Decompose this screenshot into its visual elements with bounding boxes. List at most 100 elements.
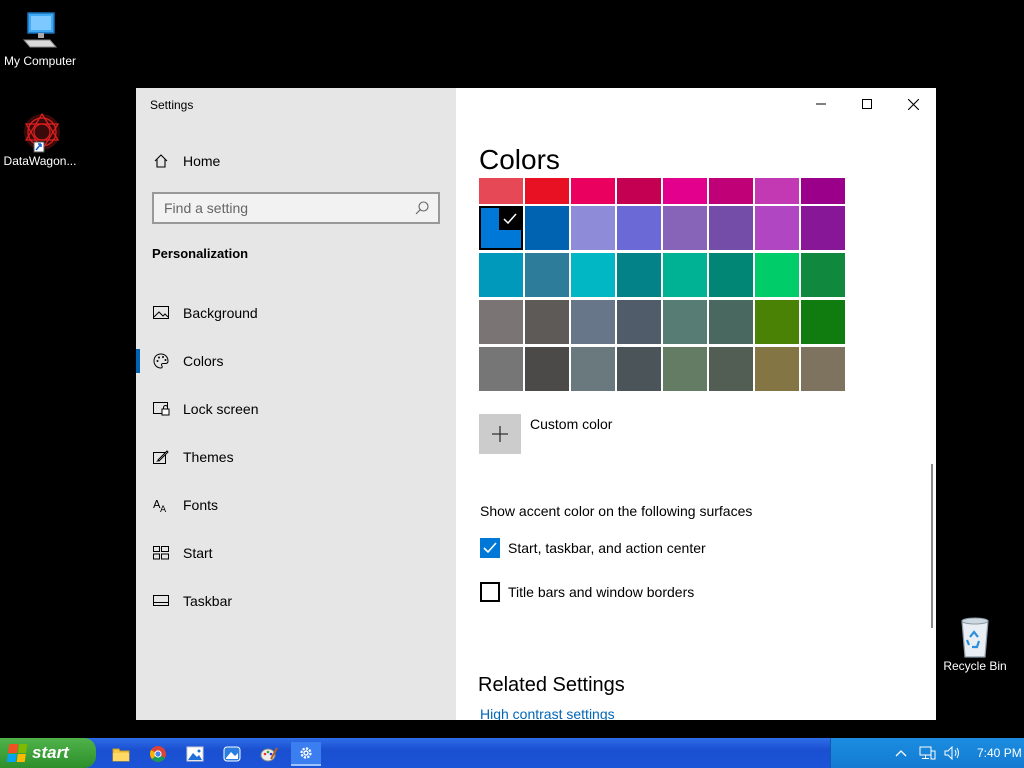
recycle-bin-icon xyxy=(955,615,995,658)
color-swatch[interactable] xyxy=(663,253,707,297)
clock[interactable]: 7:40 PM xyxy=(977,746,1022,760)
sidebar-item-home[interactable]: Home xyxy=(152,149,220,173)
color-swatch[interactable] xyxy=(617,347,661,391)
desktop-icon-label: My Computer xyxy=(3,54,77,68)
color-swatch[interactable] xyxy=(755,206,799,250)
system-tray: 7:40 PM xyxy=(830,738,1024,768)
colors-page: Colors Custom color Show accent color on… xyxy=(456,88,936,720)
sidebar-item-lock-screen[interactable]: Lock screen xyxy=(152,397,258,421)
color-swatch[interactable] xyxy=(479,178,523,204)
color-swatch[interactable] xyxy=(709,300,753,344)
home-icon xyxy=(152,152,170,170)
windows-flag-icon xyxy=(6,744,28,762)
color-swatch[interactable] xyxy=(709,178,753,204)
color-swatch[interactable] xyxy=(525,178,569,204)
settings-gear-icon[interactable] xyxy=(291,742,321,766)
color-swatch[interactable] xyxy=(709,253,753,297)
color-swatch[interactable] xyxy=(571,178,615,204)
high-contrast-link[interactable]: High contrast settings xyxy=(480,706,615,720)
taskbar-icon xyxy=(152,592,170,610)
photos-icon[interactable] xyxy=(180,742,210,766)
start-button[interactable]: start xyxy=(0,738,96,768)
color-swatch[interactable] xyxy=(479,206,523,250)
sidebar-item-label: Taskbar xyxy=(183,593,233,609)
color-swatch[interactable] xyxy=(801,253,845,297)
desktop-icon-recycle-bin[interactable]: Recycle Bin xyxy=(935,615,1015,673)
gallery-icon[interactable] xyxy=(217,742,247,766)
color-swatch[interactable] xyxy=(617,253,661,297)
desktop-icon-datawagon[interactable]: DataWagon... xyxy=(0,110,80,168)
section-heading: Personalization xyxy=(152,246,249,261)
file-explorer-icon[interactable] xyxy=(106,742,136,766)
checkbox-title-bars[interactable]: Title bars and window borders xyxy=(480,582,694,602)
themes-brush-icon xyxy=(152,448,170,466)
color-swatch[interactable] xyxy=(479,347,523,391)
volume-icon[interactable] xyxy=(943,743,963,763)
chevron-up-icon[interactable] xyxy=(891,743,911,763)
checkmark-icon xyxy=(483,542,497,554)
sidebar-item-label: Lock screen xyxy=(183,401,259,417)
taskbar: start 7:40 PM xyxy=(0,738,1024,768)
page-title: Colors xyxy=(479,144,560,175)
fonts-icon: AA xyxy=(152,496,170,514)
desktop-icon-label: DataWagon... xyxy=(3,154,77,168)
color-swatch[interactable] xyxy=(801,347,845,391)
chrome-icon[interactable] xyxy=(143,742,173,766)
checkbox-checked[interactable] xyxy=(480,538,500,558)
related-settings-heading: Related Settings xyxy=(478,674,625,696)
desktop-icon-my-computer[interactable]: My Computer xyxy=(0,10,80,68)
custom-color-label[interactable]: Custom color xyxy=(530,416,612,432)
palette-icon xyxy=(152,352,170,370)
sidebar-item-themes[interactable]: Themes xyxy=(152,445,234,469)
color-swatch[interactable] xyxy=(709,347,753,391)
color-swatch[interactable] xyxy=(709,206,753,250)
sidebar-item-fonts[interactable]: AA Fonts xyxy=(152,493,218,517)
color-swatch[interactable] xyxy=(755,253,799,297)
color-swatch[interactable] xyxy=(801,300,845,344)
color-swatch[interactable] xyxy=(755,347,799,391)
color-swatch[interactable] xyxy=(755,300,799,344)
color-swatch[interactable] xyxy=(571,347,615,391)
color-swatch[interactable] xyxy=(525,206,569,250)
network-icon[interactable] xyxy=(917,743,937,763)
checkbox-label: Start, taskbar, and action center xyxy=(508,540,706,556)
svg-text:A: A xyxy=(160,505,167,513)
sidebar-item-label: Themes xyxy=(183,449,234,465)
search-box[interactable] xyxy=(152,192,440,224)
color-swatch[interactable] xyxy=(525,347,569,391)
color-swatch[interactable] xyxy=(663,347,707,391)
sidebar-item-label: Home xyxy=(183,153,221,169)
scrollbar[interactable] xyxy=(931,464,933,628)
sidebar-item-start[interactable]: Start xyxy=(152,541,213,565)
search-icon[interactable] xyxy=(414,200,430,221)
search-input[interactable] xyxy=(154,194,404,222)
color-swatch[interactable] xyxy=(617,300,661,344)
color-swatch[interactable] xyxy=(525,300,569,344)
plus-icon xyxy=(492,426,508,442)
checkbox-start-taskbar[interactable]: Start, taskbar, and action center xyxy=(480,538,706,558)
checkbox-unchecked[interactable] xyxy=(480,582,500,602)
color-swatch[interactable] xyxy=(525,253,569,297)
sidebar-item-colors[interactable]: Colors xyxy=(152,349,223,373)
color-swatch[interactable] xyxy=(801,178,845,204)
color-swatch[interactable] xyxy=(479,253,523,297)
color-swatch[interactable] xyxy=(479,300,523,344)
sidebar-item-taskbar[interactable]: Taskbar xyxy=(152,589,232,613)
paint-icon[interactable] xyxy=(254,742,284,766)
color-swatch[interactable] xyxy=(617,206,661,250)
start-label: start xyxy=(32,743,69,762)
sidebar-item-background[interactable]: Background xyxy=(152,301,258,325)
color-swatch[interactable] xyxy=(571,253,615,297)
color-swatch[interactable] xyxy=(663,206,707,250)
color-swatch[interactable] xyxy=(571,206,615,250)
datawagon-app-icon xyxy=(20,110,60,153)
color-swatch[interactable] xyxy=(801,206,845,250)
custom-color-button[interactable] xyxy=(479,414,521,454)
color-swatch[interactable] xyxy=(663,178,707,204)
color-swatch[interactable] xyxy=(617,178,661,204)
desktop-icon-label: Recycle Bin xyxy=(943,659,1007,673)
color-swatch[interactable] xyxy=(571,300,615,344)
settings-sidebar: Settings Home Personalization Background xyxy=(136,88,456,720)
color-swatch[interactable] xyxy=(663,300,707,344)
color-swatch[interactable] xyxy=(755,178,799,204)
